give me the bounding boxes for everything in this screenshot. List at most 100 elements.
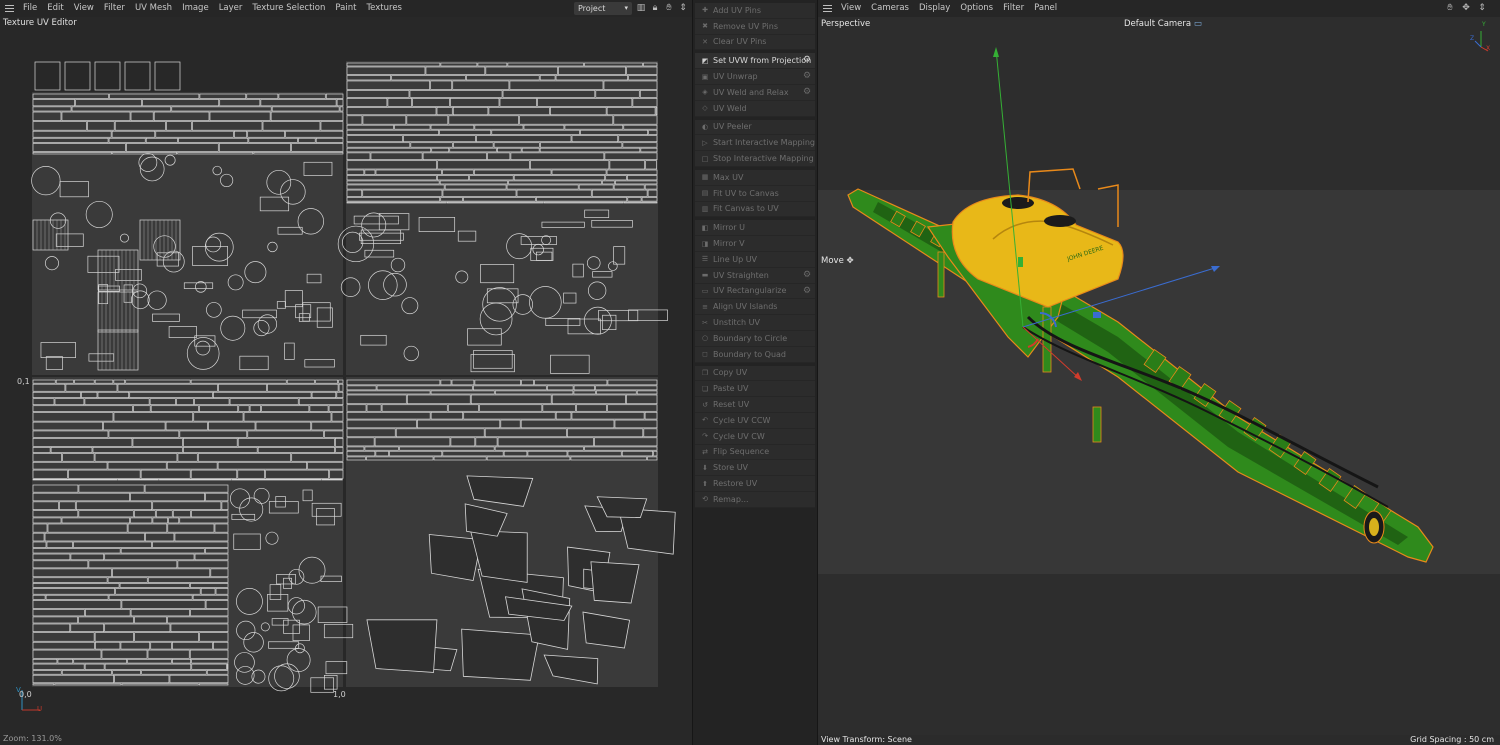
command-label: UV Weld and Relax bbox=[713, 87, 789, 97]
viewport-menu-cameras[interactable]: Cameras bbox=[866, 0, 914, 17]
camera-label[interactable]: Default Camera ▭ bbox=[1124, 19, 1202, 29]
viewport-menu-hamburger-icon[interactable] bbox=[818, 0, 836, 17]
command-uv-unwrap[interactable]: ▣ UV Unwrap ⚙ bbox=[695, 69, 815, 85]
command-label: Reset UV bbox=[713, 400, 750, 410]
uv-canvas[interactable] bbox=[0, 30, 692, 735]
command-fit-canvas-to-uv[interactable]: ▥ Fit Canvas to UV bbox=[695, 201, 815, 218]
pin-remove-icon: ✖ bbox=[702, 22, 708, 31]
planter-frame bbox=[847, 188, 1434, 563]
uv-menu-layer[interactable]: Layer bbox=[214, 0, 248, 17]
axis-label-y: Y bbox=[1482, 21, 1486, 28]
command-group: ❐ Copy UV ❏ Paste UV ↺ Reset UV ↶ Cycle UV CCW ↷… bbox=[695, 365, 815, 508]
camera-name: Default Camera bbox=[1124, 19, 1192, 29]
command-mirror-u[interactable]: ◧ Mirror U bbox=[695, 220, 815, 237]
zoom-status: Zoom: 131.0% bbox=[3, 734, 62, 743]
viewport-menu-options[interactable]: Options bbox=[955, 0, 998, 17]
command-group: ◧ Mirror U ◨ Mirror V ☰ Line Up UV ▬ UV Straigh… bbox=[695, 220, 815, 363]
pan-hand-icon[interactable]: ✋︎ bbox=[663, 2, 675, 14]
command-label: Boundary to Circle bbox=[713, 333, 788, 343]
command-line-up-uv[interactable]: ☰ Line Up UV bbox=[695, 251, 815, 268]
command-max-uv[interactable]: ▦ Max UV bbox=[695, 169, 815, 186]
command-align-uv-islands[interactable]: ≡ Align UV Islands bbox=[695, 299, 815, 316]
lock-icon[interactable]: 🔒︎ bbox=[649, 2, 661, 14]
gear-icon[interactable]: ⚙ bbox=[802, 270, 812, 280]
viewport-menu-display[interactable]: Display bbox=[914, 0, 955, 17]
command-label: Cycle UV CCW bbox=[713, 415, 771, 425]
command-restore-uv[interactable]: ⬆ Restore UV bbox=[695, 476, 815, 492]
command-uv-peeler[interactable]: ◐ UV Peeler bbox=[695, 119, 815, 136]
command-fit-uv-to-canvas[interactable]: ▤ Fit UV to Canvas bbox=[695, 185, 815, 202]
command-mirror-v[interactable]: ◨ Mirror V bbox=[695, 236, 815, 252]
command-label: UV Unwrap bbox=[713, 72, 758, 82]
projection-icon: ◩ bbox=[701, 56, 709, 65]
flip-icon: ⇄ bbox=[702, 447, 708, 456]
uv-menu-textures[interactable]: Textures bbox=[361, 0, 407, 17]
line-up-icon: ☰ bbox=[701, 255, 709, 264]
pan-hand-icon[interactable]: ✋︎ bbox=[1444, 2, 1456, 14]
command-label: Copy UV bbox=[713, 368, 748, 378]
command-flip-sequence[interactable]: ⇄ Flip Sequence bbox=[695, 444, 815, 461]
zoom-view-icon[interactable]: ⇕ bbox=[1476, 2, 1488, 14]
gear-icon[interactable]: ⚙ bbox=[802, 55, 812, 65]
command-start-interactive-mapping[interactable]: ▷ Start Interactive Mapping bbox=[695, 135, 815, 152]
max-uv-icon: ▦ bbox=[701, 173, 709, 182]
menu-hamburger-icon[interactable] bbox=[0, 0, 18, 17]
command-remap[interactable]: ⟲ Remap... bbox=[695, 491, 815, 508]
command-unstitch-uv[interactable]: ✂ Unstitch UV bbox=[695, 315, 815, 331]
command-group: ✚ Add UV Pins ✖ Remove UV Pins ✕ Clear UV Pin… bbox=[695, 3, 815, 51]
texture-uv-editor: File Edit View Filter UV Mesh Image Layer Textu… bbox=[0, 0, 692, 745]
gear-icon[interactable]: ⚙ bbox=[802, 87, 812, 97]
command-boundary-to-quad[interactable]: ◻ Boundary to Quad bbox=[695, 346, 815, 363]
command-label: Flip Sequence bbox=[713, 447, 770, 457]
command-label: Paste UV bbox=[713, 384, 749, 394]
command-stop-interactive-mapping[interactable]: □ Stop Interactive Mapping bbox=[695, 151, 815, 167]
quad-icon: ◻ bbox=[702, 350, 708, 359]
uv-menu-uv-mesh[interactable]: UV Mesh bbox=[130, 0, 177, 17]
uv-menu-edit[interactable]: Edit bbox=[42, 0, 68, 17]
copy-icon: ❐ bbox=[701, 368, 709, 377]
histogram-icon[interactable]: ▥ bbox=[635, 2, 647, 14]
uv-menu-view[interactable]: View bbox=[69, 0, 99, 17]
uv-menu-image[interactable]: Image bbox=[177, 0, 214, 17]
move-view-icon[interactable]: ✥ bbox=[1460, 2, 1472, 14]
command-reset-uv[interactable]: ↺ Reset UV bbox=[695, 397, 815, 413]
command-add-uv-pins[interactable]: ✚ Add UV Pins bbox=[695, 3, 815, 19]
command-cycle-uv-cw[interactable]: ↷ Cycle UV CW bbox=[695, 428, 815, 445]
axis-label-x: X bbox=[1486, 45, 1491, 52]
arrows-icon[interactable]: ⇕ bbox=[677, 2, 689, 14]
viewport-render-area[interactable]: JOHN DEERE Y Z X bbox=[818, 17, 1500, 735]
command-copy-uv[interactable]: ❐ Copy UV bbox=[695, 365, 815, 382]
weld-icon: ◇ bbox=[702, 104, 708, 113]
cycle-ccw-icon: ↶ bbox=[702, 416, 708, 425]
command-remove-uv-pins[interactable]: ✖ Remove UV Pins bbox=[695, 18, 815, 35]
viewport-menubar: View Cameras Display Options Filter Panel bbox=[818, 0, 1500, 17]
command-set-uvw-from-projection[interactable]: ◩ Set UVW from Projection ⚙ bbox=[695, 53, 815, 70]
move-icon: ✥ bbox=[846, 256, 854, 266]
command-label: Mirror U bbox=[713, 223, 745, 233]
uv-menu-paint[interactable]: Paint bbox=[330, 0, 361, 17]
command-group: ◩ Set UVW from Projection ⚙ ▣ UV Unwrap ⚙ ◈ UV … bbox=[695, 53, 815, 117]
uv-menu-texture-selection[interactable]: Texture Selection bbox=[247, 0, 330, 17]
command-uv-rectangularize[interactable]: ▭ UV Rectangularize ⚙ bbox=[695, 283, 815, 300]
command-uv-weld-and-relax[interactable]: ◈ UV Weld and Relax ⚙ bbox=[695, 84, 815, 101]
uv-menu-file[interactable]: File bbox=[18, 0, 42, 17]
command-store-uv[interactable]: ⬇ Store UV bbox=[695, 460, 815, 477]
command-uv-straighten[interactable]: ▬ UV Straighten ⚙ bbox=[695, 267, 815, 284]
command-label: UV Rectangularize bbox=[713, 286, 787, 296]
viewport-menu-view[interactable]: View bbox=[836, 0, 866, 17]
gear-icon[interactable]: ⚙ bbox=[802, 71, 812, 81]
uv-menu-filter[interactable]: Filter bbox=[99, 0, 130, 17]
axis-label-z: Z bbox=[1470, 35, 1475, 42]
project-select[interactable]: Project ▾ bbox=[574, 2, 632, 15]
viewport-menu-filter[interactable]: Filter bbox=[998, 0, 1029, 17]
command-clear-uv-pins[interactable]: ✕ Clear UV Pins bbox=[695, 34, 815, 51]
command-label: Store UV bbox=[713, 463, 749, 473]
command-cycle-uv-ccw[interactable]: ↶ Cycle UV CCW bbox=[695, 412, 815, 429]
command-label: Boundary to Quad bbox=[713, 349, 786, 359]
command-boundary-to-circle[interactable]: ○ Boundary to Circle bbox=[695, 330, 815, 347]
command-paste-uv[interactable]: ❏ Paste UV bbox=[695, 381, 815, 398]
command-uv-weld[interactable]: ◇ UV Weld bbox=[695, 100, 815, 117]
gear-icon[interactable]: ⚙ bbox=[802, 286, 812, 296]
viewport-menu-panel[interactable]: Panel bbox=[1029, 0, 1062, 17]
peeler-icon: ◐ bbox=[701, 122, 709, 131]
